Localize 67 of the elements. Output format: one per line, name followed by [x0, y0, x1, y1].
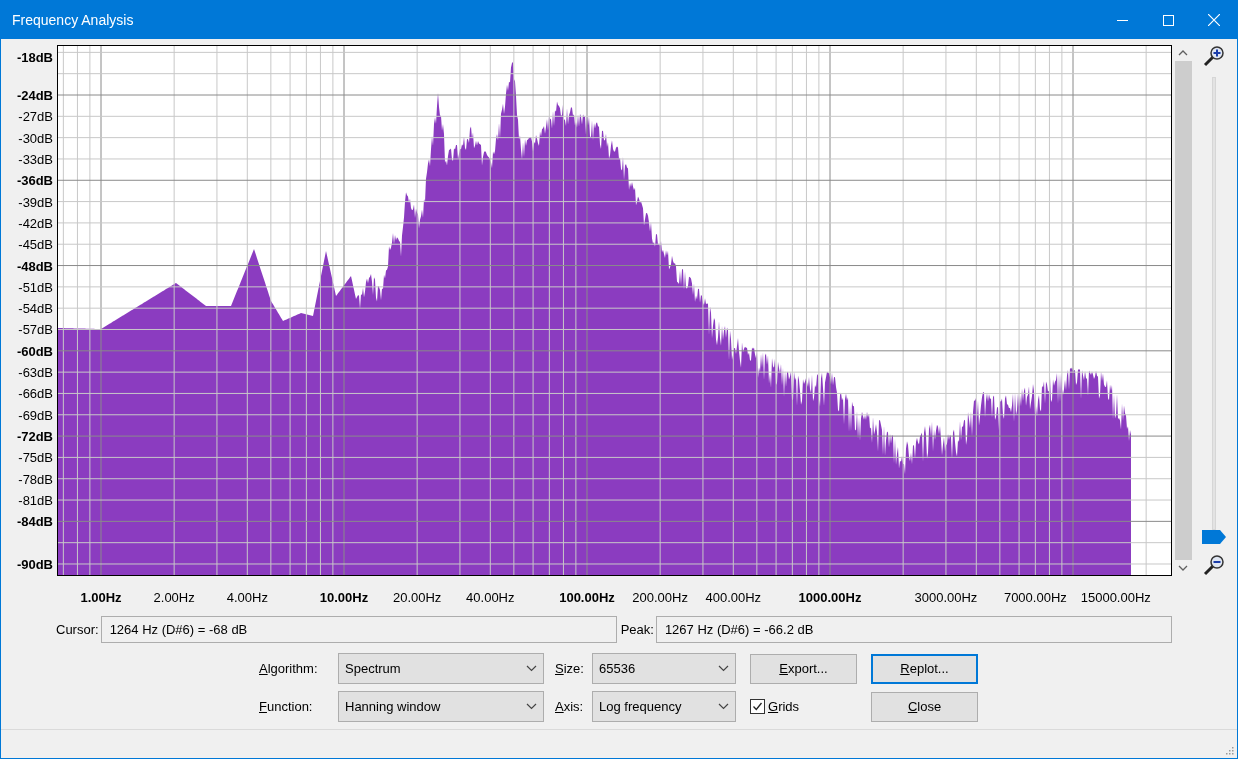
axis-label: 15000.00Hz	[1080, 590, 1151, 605]
axis-label: -24dB	[16, 87, 53, 103]
axis-label: 400.00Hz	[705, 590, 762, 605]
axis-label: 2.00Hz	[153, 590, 195, 605]
slider-thumb[interactable]	[1202, 530, 1226, 544]
algorithm-dropdown[interactable]: Spectrum	[338, 653, 544, 684]
function-dropdown[interactable]: Hanning window	[338, 691, 544, 722]
axis-label: -27dB	[18, 108, 53, 124]
axis-label: -39dB	[18, 194, 53, 210]
field-label: Algorithm:	[259, 661, 318, 676]
export-button[interactable]: Export...	[750, 653, 857, 684]
minimize-icon	[1116, 19, 1128, 21]
axis-label: 40.00Hz	[466, 590, 515, 605]
size-dropdown[interactable]: 65536	[592, 653, 736, 684]
readout-field: 1264 Hz (D#6) = -68 dB	[100, 616, 617, 643]
axis-label: -18dB	[16, 49, 53, 65]
chevron-icon	[526, 703, 537, 710]
replot-button[interactable]: Replot...	[871, 653, 978, 684]
chevron-icon	[526, 665, 537, 672]
axis-dropdown[interactable]: Log frequency	[592, 691, 736, 722]
axis-label: 100.00Hz	[559, 590, 615, 605]
axis-label: -66dB	[18, 385, 53, 401]
field-label: Axis:	[554, 699, 584, 714]
axis-label: -90dB	[16, 556, 53, 572]
field-label: Size:	[554, 661, 584, 676]
axis-label: -63dB	[18, 364, 53, 380]
axis-label: -45dB	[18, 236, 53, 252]
axis-label: 1000.00Hz	[798, 590, 862, 605]
axis-label: -84dB	[16, 513, 53, 529]
axis-label: 1.00Hz	[80, 590, 122, 605]
axis-label: -42dB	[18, 215, 53, 231]
axis-label: -33dB	[18, 151, 53, 167]
checkbox-label: Grids	[768, 699, 800, 714]
axis-label: 200.00Hz	[632, 590, 688, 605]
axis-label: -72dB	[16, 428, 53, 444]
zoom-in-icon[interactable]	[1203, 45, 1225, 67]
field-label: Function:	[259, 699, 313, 714]
field-label: Cursor:	[56, 622, 100, 637]
axis-label: -36dB	[16, 172, 53, 188]
chevron-icon	[718, 703, 729, 710]
axis-label: -54dB	[18, 300, 53, 316]
close-icon	[1208, 14, 1220, 26]
scrollbar-thumb[interactable]	[1174, 61, 1192, 560]
chevron-icon	[718, 665, 729, 672]
zoom-out-icon[interactable]	[1203, 554, 1225, 576]
axis-label: -81dB	[18, 492, 53, 508]
zoom-slider[interactable]	[1202, 77, 1226, 544]
axis-label: -57dB	[18, 322, 53, 337]
grids-checkbox[interactable]	[750, 699, 765, 714]
axis-label: -78dB	[18, 471, 53, 487]
axis-label: 10.00Hz	[319, 590, 369, 605]
close-dialog-button[interactable]: Close	[871, 691, 978, 722]
axis-label: 7000.00Hz	[1003, 590, 1067, 605]
axis-label: 3000.00Hz	[914, 590, 978, 605]
window-title: Frequency Analysis	[11, 12, 135, 28]
readout-field: 1267 Hz (D#6) = -66.2 dB	[655, 616, 1172, 643]
axis-label: -51dB	[18, 279, 53, 295]
resize-grip-icon[interactable]	[1224, 745, 1234, 755]
axis-label: -30dB	[18, 130, 53, 146]
field-label: Peak:	[620, 622, 655, 637]
axis-label: 4.00Hz	[226, 590, 268, 605]
axis-label: -69dB	[18, 407, 53, 423]
axis-label: 20.00Hz	[392, 590, 442, 605]
maximize-icon	[1162, 14, 1174, 26]
axis-label: -60dB	[16, 343, 53, 359]
axis-label: -75dB	[18, 449, 53, 465]
axis-label: -48dB	[16, 258, 53, 274]
